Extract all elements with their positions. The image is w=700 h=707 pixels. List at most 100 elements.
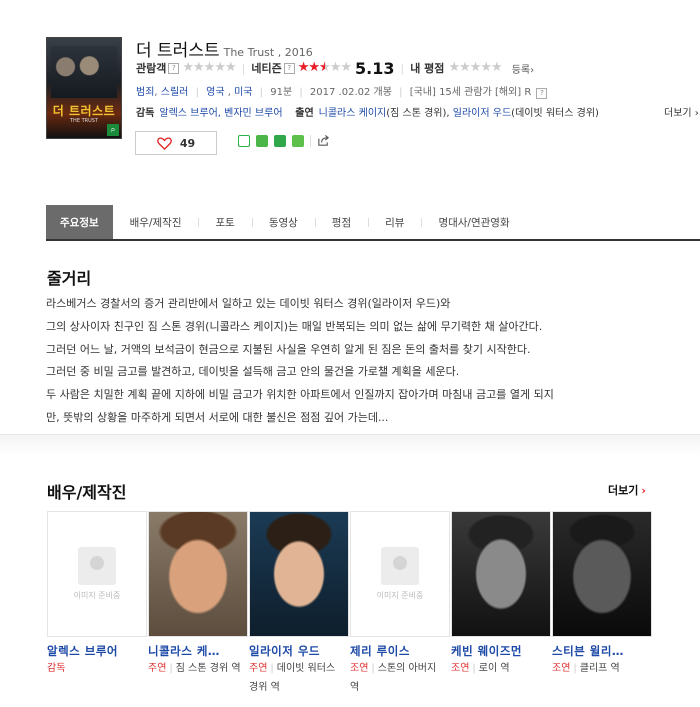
tab-cast-crew[interactable]: 배우/제작진 bbox=[113, 205, 199, 239]
bookmark-share-icon[interactable] bbox=[274, 134, 286, 147]
divider: | bbox=[195, 87, 199, 98]
cast-card[interactable]: 이미지 준비중 알렉스 브루어 감독 bbox=[47, 511, 148, 697]
divider: | bbox=[400, 61, 405, 75]
divider: | bbox=[399, 87, 403, 98]
help-icon[interactable]: ? bbox=[536, 88, 548, 99]
netizen-score: 5.13 bbox=[355, 58, 395, 78]
share-bar bbox=[238, 134, 330, 147]
cast-card[interactable]: 스티븐 윌리… 조연 | 클리프 역 bbox=[552, 511, 653, 697]
my-rating-stars[interactable]: ★★★★★ bbox=[448, 61, 502, 75]
cast-role: 주연 | 데이빗 워터스 경위 역 bbox=[249, 659, 345, 697]
tab-main-info[interactable]: 주요정보 bbox=[46, 205, 113, 239]
role-type: 조연 bbox=[552, 663, 571, 674]
person-icon bbox=[381, 547, 419, 585]
netizen-rating-label: 네티즌 bbox=[251, 62, 282, 75]
actor-photo bbox=[553, 512, 651, 636]
share-icon[interactable] bbox=[317, 134, 330, 147]
cast-photo[interactable] bbox=[552, 511, 652, 637]
cast-more-link[interactable]: 더보기 › bbox=[608, 482, 646, 498]
ratings-row: 관람객 ? ★★★★★ | 네티즌 ? ★★★★★★★★★★ 5.13 | 내 … bbox=[136, 58, 534, 78]
movie-poster[interactable]: 더 트러스트 THE TRUST ⌕ bbox=[46, 37, 122, 139]
actor-role: (데이빗 워터스 경위) bbox=[511, 108, 599, 119]
band-share-icon[interactable] bbox=[256, 134, 268, 147]
help-icon[interactable]: ? bbox=[283, 62, 295, 74]
cast-photo[interactable] bbox=[148, 511, 248, 637]
audience-stars: ★★★★★ bbox=[182, 60, 236, 75]
role-desc: 로이 역 bbox=[478, 663, 510, 674]
cast-role: 감독 bbox=[47, 659, 143, 678]
tab-video[interactable]: 동영상 bbox=[251, 205, 315, 239]
country-link[interactable]: 영국 bbox=[206, 87, 224, 98]
audience-rating-label: 관람객 bbox=[136, 62, 167, 75]
movie-tabs: 주요정보 배우/제작진 포토 동영상 평점 리뷰 명대사/연관영화 bbox=[46, 205, 700, 241]
credits-more-link[interactable]: 더보기 › bbox=[662, 104, 699, 119]
cast-photo-placeholder[interactable]: 이미지 준비중 bbox=[350, 511, 450, 637]
divider: | bbox=[270, 663, 274, 674]
tab-review[interactable]: 리뷰 bbox=[368, 205, 421, 239]
role-type: 주연 bbox=[249, 663, 268, 674]
cast-role: 조연 | 스톤의 아버지 역 bbox=[350, 659, 446, 697]
divider: | bbox=[371, 663, 375, 674]
divider: | bbox=[299, 87, 303, 98]
synopsis-line: 만, 뜻밖의 상황을 마주하게 되면서 서로에 대한 불신은 점점 깊어 가는데… bbox=[46, 410, 389, 424]
heart-icon bbox=[157, 136, 172, 150]
divider bbox=[310, 134, 311, 147]
tab-quotes-related[interactable]: 명대사/연관영화 bbox=[421, 205, 526, 239]
chevron-right-icon: › bbox=[641, 484, 646, 497]
cast-label: 출연 bbox=[295, 108, 314, 119]
help-icon[interactable]: ? bbox=[168, 62, 180, 74]
divider: | bbox=[472, 663, 476, 674]
cast-card[interactable]: 케빈 웨이즈먼 조연 | 로이 역 bbox=[451, 511, 552, 697]
cast-card[interactable]: 일라이저 우드 주연 | 데이빗 워터스 경위 역 bbox=[249, 511, 350, 697]
cast-name[interactable]: 케빈 웨이즈먼 bbox=[451, 643, 547, 659]
credits-row: 감독 알렉스 브루어, 벤자민 브루어 출연 니콜라스 케이지(짐 스톤 경위), … bbox=[136, 104, 696, 119]
synopsis-text: 라스베거스 경찰서의 증거 관리반에서 일하고 있는 데이빗 워터스 경위(일라… bbox=[46, 293, 666, 430]
cast-name[interactable]: 니콜라스 케… bbox=[148, 643, 244, 659]
cast-card[interactable]: 니콜라스 케… 주연 | 짐 스톤 경위 역 bbox=[148, 511, 249, 697]
movie-title-line: 더 트러스트 The Trust , 2016 bbox=[136, 36, 313, 61]
no-image-text: 이미지 준비중 bbox=[73, 591, 121, 600]
cast-name[interactable]: 일라이저 우드 bbox=[249, 643, 345, 659]
role-desc: 클리프 역 bbox=[579, 663, 620, 674]
cast-photo[interactable] bbox=[451, 511, 551, 637]
role-type: 주연 bbox=[148, 663, 167, 674]
sms-share-icon[interactable] bbox=[238, 134, 250, 147]
synopsis-line: 두 사람은 치밀한 계획 끝에 지하에 비밀 금고가 위치한 아파트에서 인질까… bbox=[46, 388, 554, 402]
cast-card[interactable]: 이미지 준비중 제리 루이스 조연 | 스톤의 아버지 역 bbox=[350, 511, 451, 697]
movie-title[interactable]: 더 트러스트 bbox=[136, 41, 220, 61]
divider: | bbox=[259, 87, 264, 98]
tab-photo[interactable]: 포토 bbox=[198, 205, 251, 239]
synopsis-line: 그러던 어느 날, 거액의 보석금이 현금으로 지불된 사실을 우연히 알게 된… bbox=[46, 342, 531, 356]
register-rating-link[interactable]: 등록› bbox=[512, 61, 534, 76]
role-type: 조연 bbox=[451, 663, 470, 674]
cast-role: 조연 | 클리프 역 bbox=[552, 659, 648, 678]
release-date: 2017 .02.02 개봉 bbox=[309, 87, 392, 98]
cast-name[interactable]: 스티븐 윌리… bbox=[552, 643, 648, 659]
director-link[interactable]: 알렉스 브루어, 벤자민 브루어 bbox=[159, 108, 282, 119]
netizen-stars: ★★★★★★★★★★ bbox=[297, 60, 352, 75]
tab-rating[interactable]: 평점 bbox=[314, 205, 368, 239]
country-link[interactable]: 미국 bbox=[234, 87, 252, 98]
actor-photo bbox=[250, 512, 348, 636]
cast-more-label: 더보기 bbox=[608, 484, 639, 497]
blog-share-icon[interactable] bbox=[292, 134, 304, 147]
actor-link[interactable]: 일라이저 우드 bbox=[453, 108, 511, 119]
zoom-icon[interactable]: ⌕ bbox=[107, 124, 119, 136]
cast-name[interactable]: 알렉스 브루어 bbox=[47, 643, 143, 659]
poster-image bbox=[51, 46, 117, 98]
actor-role: (짐 스톤 경위), bbox=[386, 108, 450, 119]
like-button[interactable]: 49 bbox=[135, 131, 217, 155]
divider: | bbox=[573, 663, 577, 674]
synopsis-line: 그러던 중 비밀 금고를 발견하고, 데이빗을 설득해 금고 안의 물건을 가로… bbox=[46, 365, 460, 379]
role-type: 조연 bbox=[350, 663, 369, 674]
cast-list: 이미지 준비중 알렉스 브루어 감독 니콜라스 케… 주연 | 짐 스톤 경위 역 … bbox=[47, 511, 653, 697]
synopsis-heading: 줄거리 bbox=[47, 269, 92, 288]
cast-photo-placeholder[interactable]: 이미지 준비중 bbox=[47, 511, 147, 637]
cast-name[interactable]: 제리 루이스 bbox=[350, 643, 446, 659]
director-label: 감독 bbox=[136, 108, 155, 119]
cast-photo[interactable] bbox=[249, 511, 349, 637]
actor-link[interactable]: 니콜라스 케이지 bbox=[319, 108, 387, 119]
genre-link[interactable]: 스릴러 bbox=[161, 87, 189, 98]
poster-title: 더 트러스트 bbox=[52, 104, 116, 118]
genre-link[interactable]: 범죄 bbox=[136, 87, 154, 98]
